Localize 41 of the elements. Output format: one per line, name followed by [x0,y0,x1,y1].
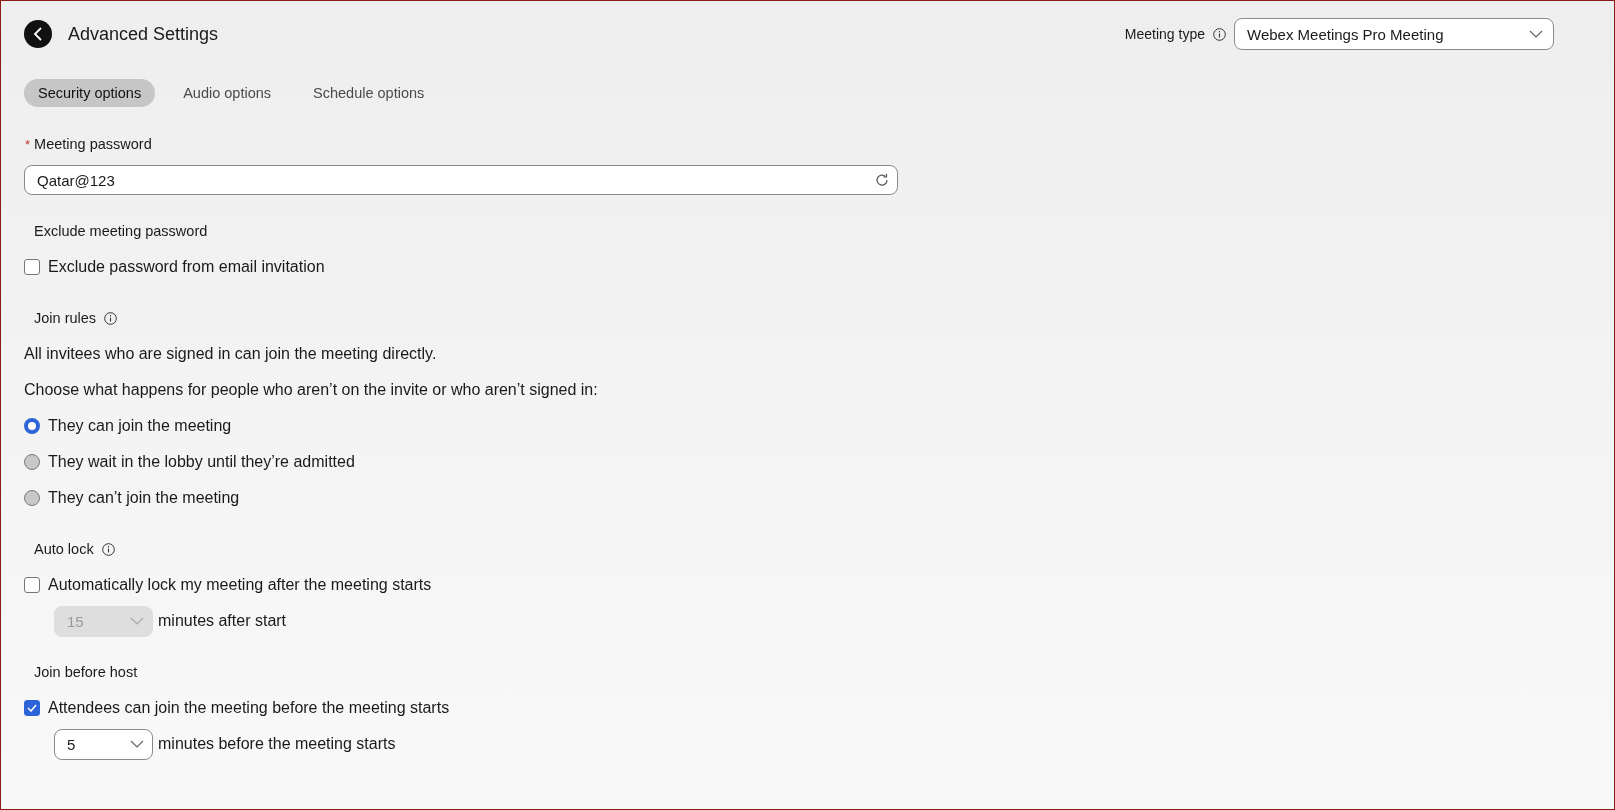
dropdown-value: 15 [67,612,84,630]
checkbox[interactable] [24,577,40,593]
section-heading: Join before host [34,664,138,680]
meeting-type-dropdown[interactable]: Webex Meetings Pro Meeting [1234,18,1554,50]
dropdown-value: 5 [67,735,76,753]
section-heading: Exclude meeting password [34,223,208,239]
minutes-dropdown[interactable]: 5 [54,728,153,760]
checkbox-label: Attendees can join the meeting before the meeting starts [48,699,450,717]
radio-button[interactable] [24,418,40,434]
description-text: All invitees who are signed in can join the meeting directly. [24,345,437,363]
checkbox[interactable] [24,259,40,275]
tab[interactable]: Audio options [169,79,286,107]
info-icon [1213,27,1226,41]
field-label: Meeting type [1124,26,1205,42]
section-heading: Meeting password [34,136,152,152]
dropdown-value: Webex Meetings Pro Meeting [1247,25,1444,43]
checkbox-label: Automatically lock my meeting after the meeting starts [48,576,432,594]
radio-label: They wait in the lobby until they’re admitted [48,453,355,471]
tab[interactable]: Schedule options [299,79,439,107]
tab[interactable]: Security options [24,79,156,107]
section-heading: Auto lock [34,541,94,557]
caret-icon [130,617,144,625]
password-field[interactable]: Qatar@123 [24,165,898,195]
radio-button[interactable] [24,454,40,470]
description-text: Choose what happens for people who aren’t on the invite or who aren’t signed in: [24,381,598,399]
section-heading: Join rules [34,310,97,326]
required-marker: * [25,136,31,152]
field-label: minutes after start [158,612,287,630]
radio-button[interactable] [24,490,40,506]
page-title: Advanced Settings [68,23,219,45]
refresh-icon [874,172,890,188]
radio-label: They can join the meeting [48,417,232,435]
chevron-left-icon [33,27,43,41]
caret-icon [130,740,144,748]
check-icon [27,704,37,712]
checkbox-label: Exclude password from email invitation [48,258,325,276]
checkbox[interactable] [24,700,40,716]
radio-label: They can’t join the meeting [48,489,240,507]
back-button[interactable] [24,20,52,48]
caret-icon [1529,30,1543,38]
field-label: minutes before the meeting starts [158,735,396,753]
